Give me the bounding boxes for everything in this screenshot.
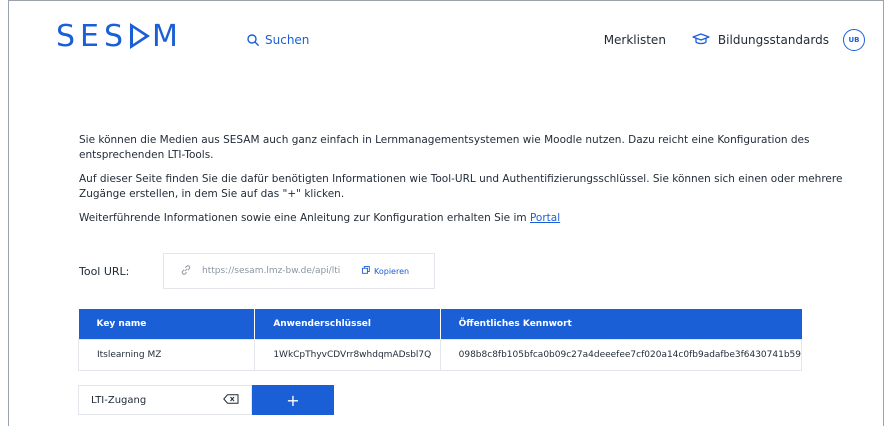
avatar[interactable]: UB (843, 29, 865, 51)
add-access-button[interactable]: + (252, 385, 334, 415)
search-icon (247, 34, 259, 46)
add-access-row: LTI-Zugang + (78, 385, 334, 415)
search-button[interactable]: Suchen (247, 33, 309, 47)
column-header-anwenderschluessel: Anwenderschlüssel (254, 309, 441, 340)
cell-key-name: Itslearning MZ (77, 339, 256, 371)
clear-input-icon[interactable] (223, 393, 239, 407)
search-label: Suchen (265, 33, 310, 47)
top-nav: Merklisten Bildungsstandards UB (604, 29, 865, 51)
portal-link[interactable]: Portal (530, 212, 560, 224)
tool-url-value: https://sesam.lmz-bw.de/api/lti (202, 266, 341, 276)
intro-paragraph-3: Weiterführende Informationen sowie eine … (79, 211, 869, 226)
logo-triangle-icon (130, 23, 151, 49)
cell-oeffentliches-kennwort: 098b8c8fb105bfca0b09c27a4deeefee7cf020a1… (439, 339, 803, 371)
intro-paragraph-2: Auf dieser Seite finden Sie die dafür be… (79, 173, 843, 200)
graduation-cap-icon (692, 32, 710, 48)
copy-label: Kopieren (374, 266, 410, 276)
tool-url-box: https://sesam.lmz-bw.de/api/lti Kopieren (163, 253, 435, 289)
lti-access-name-value: LTI-Zugang (91, 394, 147, 406)
intro-paragraph-1: Sie können die Medien aus SESAM auch gan… (79, 134, 810, 161)
tool-url-label: Tool URL: (79, 264, 130, 278)
link-icon (180, 264, 192, 279)
tool-url-row: Tool URL: https://sesam.lmz-bw.de/api/lt… (79, 253, 435, 289)
lti-access-name-input[interactable]: LTI-Zugang (78, 385, 252, 415)
column-header-key-name: Key name (78, 309, 256, 340)
page-frame: SES M Suchen Merklisten Bildungsstandards… (8, 0, 884, 426)
lti-keys-table: Key name Anwenderschlüssel Öffentliches … (77, 309, 803, 371)
copy-icon (362, 266, 370, 276)
sesam-logo[interactable]: SES M (56, 19, 183, 54)
column-header-oeffentliches-kennwort: Öffentliches Kennwort (440, 309, 802, 340)
nav-bildungsstandards-label: Bildungsstandards (717, 33, 829, 47)
intro-text: Sie können die Medien aus SESAM auch gan… (79, 133, 869, 235)
nav-bildungsstandards[interactable]: Bildungsstandards (692, 32, 829, 48)
table-header-row: Key name Anwenderschlüssel Öffentliches … (78, 309, 802, 340)
intro-paragraph-3-text: Weiterführende Informationen sowie eine … (79, 212, 530, 224)
cell-anwenderschluessel: 1WkCpThyvCDVrr8whdqmADsbl7Q (254, 339, 441, 371)
header: SES M Suchen Merklisten Bildungsstandards… (9, 1, 883, 71)
copy-button[interactable]: Kopieren (362, 266, 409, 276)
nav-merklisten[interactable]: Merklisten (604, 33, 666, 47)
table-row: Itslearning MZ 1WkCpThyvCDVrr8whdqmADsbl… (77, 339, 803, 371)
